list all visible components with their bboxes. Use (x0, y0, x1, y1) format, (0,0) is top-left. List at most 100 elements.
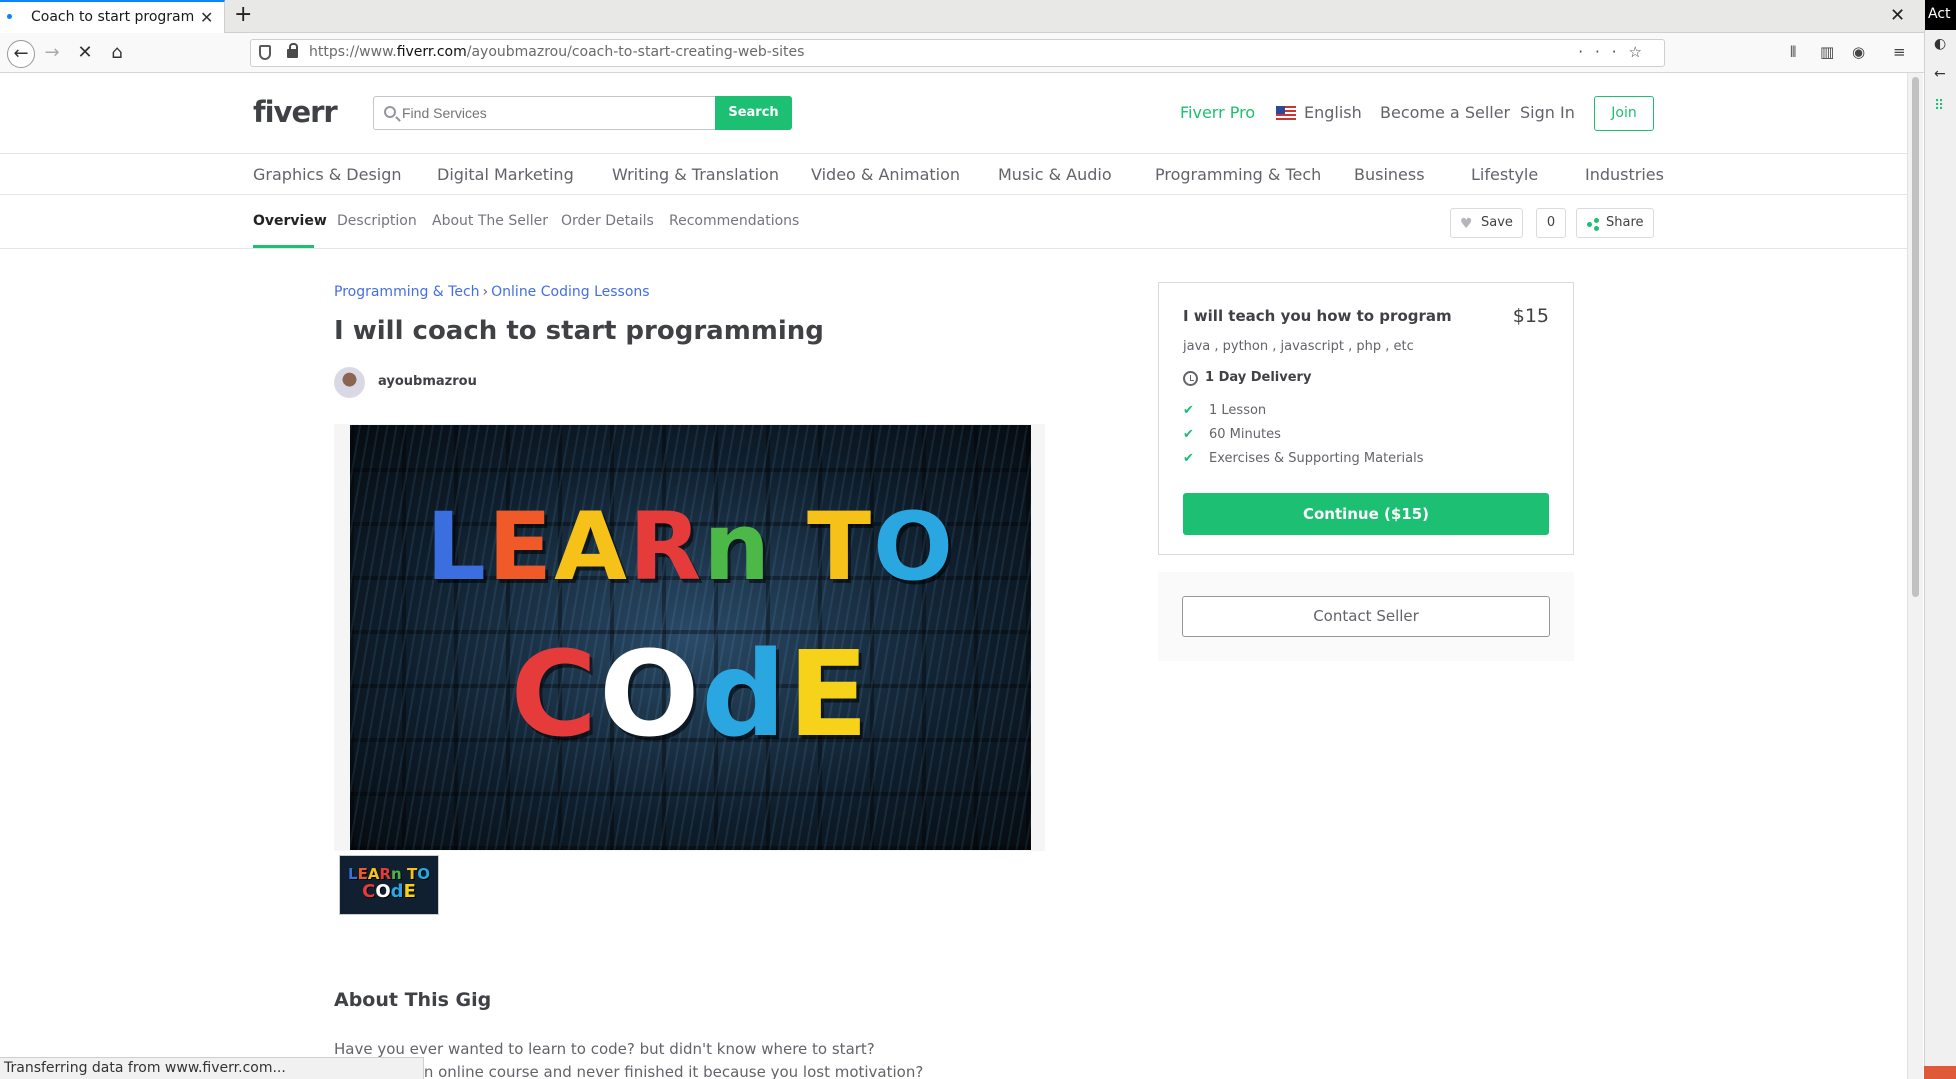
search-input[interactable] (402, 105, 702, 121)
category-lifestyle[interactable]: Lifestyle (1471, 165, 1538, 184)
heart-icon: ♥ (1460, 216, 1473, 232)
tab-overview[interactable]: Overview (253, 213, 327, 229)
thumbnail-text-learn-to: LEARn TO (340, 856, 438, 883)
home-icon[interactable]: ⌂ (105, 41, 129, 65)
library-icon[interactable]: ⫴ (1790, 43, 1796, 61)
url-text[interactable]: https://www.fiverr.com/ayoubmazrou/coach… (309, 44, 804, 60)
clock-icon (1183, 371, 1198, 386)
feature-item: ✔ 1 Lesson (1183, 403, 1267, 418)
contact-seller-button[interactable]: Contact Seller (1182, 596, 1550, 637)
search-button[interactable]: Search (715, 96, 792, 130)
tab-recommendations[interactable]: Recommendations (669, 213, 799, 229)
page-scrollbar[interactable] (1907, 73, 1923, 1079)
active-tab-underline (253, 245, 314, 248)
tracking-shield-icon[interactable] (259, 45, 271, 60)
image-letter: O (599, 625, 702, 763)
forward-icon[interactable]: → (40, 41, 64, 65)
breadcrumb-programming-tech[interactable]: Programming & Tech (334, 284, 480, 300)
become-seller-link[interactable]: Become a Seller (1380, 103, 1510, 122)
package-title: I will teach you how to program (1183, 307, 1452, 325)
status-bar: Transferring data from www.fiverr.com... (0, 1057, 424, 1079)
breadcrumb-chevron-icon: › (482, 284, 489, 300)
check-icon: ✔ (1183, 451, 1194, 466)
activities-label[interactable]: Act (1925, 0, 1956, 30)
search-box[interactable] (373, 96, 716, 130)
share-label: Share (1606, 215, 1644, 230)
category-video-animation[interactable]: Video & Animation (811, 165, 960, 184)
package-price: $15 (1512, 305, 1549, 327)
category-digital-marketing[interactable]: Digital Marketing (437, 165, 574, 184)
menu-icon[interactable]: ≡ (1893, 43, 1906, 61)
breadcrumb: Programming & Tech › Online Coding Lessons (334, 284, 650, 300)
image-letter: O (873, 493, 955, 602)
stop-loading-icon[interactable]: ✕ (73, 41, 97, 65)
apps-grid-icon[interactable]: ⠿ (1934, 98, 1944, 114)
fiverr-logo[interactable]: fiverr (253, 95, 338, 129)
url-bar[interactable]: https://www.fiverr.com/ayoubmazrou/coach… (250, 39, 1665, 67)
delivery-time: 1 Day Delivery (1205, 370, 1312, 385)
image-letter: C (510, 625, 600, 763)
image-letter: R (628, 493, 704, 602)
seller-name[interactable]: ayoubmazrou (378, 374, 477, 389)
category-business[interactable]: Business (1354, 165, 1425, 184)
image-letter: O (375, 881, 391, 902)
tab-order-details[interactable]: Order Details (561, 213, 654, 229)
browser-toolbar: ← → ✕ ⌂ https://www.fiverr.com/ayoubmazr… (0, 33, 1924, 73)
category-industries[interactable]: Industries (1585, 165, 1664, 184)
category-graphics-design[interactable]: Graphics & Design (253, 165, 402, 184)
about-gig-heading: About This Gig (334, 989, 492, 1011)
category-nav: Graphics & Design Digital Marketing Writ… (0, 155, 1907, 195)
tab-about-seller[interactable]: About The Seller (432, 213, 548, 229)
save-count: 0 (1536, 208, 1566, 238)
tab-title: Coach to start programmi (31, 9, 194, 25)
image-text-code: COdE (350, 625, 1031, 763)
new-tab-icon[interactable]: + (234, 2, 252, 27)
image-letter: E (787, 625, 871, 763)
seller-avatar[interactable] (334, 367, 365, 398)
image-letter: C (362, 881, 376, 902)
browser-tab-bar: Coach to start programmi ✕ + ✕ (0, 0, 1956, 33)
fiverr-pro-link[interactable]: Fiverr Pro (1180, 103, 1255, 122)
check-icon: ✔ (1183, 403, 1194, 418)
image-letter (772, 493, 807, 602)
feature-item: ✔ 60 Minutes (1183, 427, 1281, 442)
side-panel: ◐ ← ⠿ (1924, 30, 1956, 1079)
panel-back-icon[interactable]: ← (1934, 66, 1946, 82)
category-music-audio[interactable]: Music & Audio (998, 165, 1112, 184)
image-letter: A (554, 493, 629, 602)
image-letter: E (403, 881, 416, 902)
thumbnail-text-code: COdE (340, 881, 438, 902)
gig-gallery: LEARn TO COdE (334, 424, 1045, 851)
scrollbar-thumb[interactable] (1912, 77, 1919, 597)
back-icon[interactable]: ← (7, 40, 35, 68)
image-letter: d (701, 625, 788, 763)
gig-main-image[interactable]: LEARn TO COdE (350, 425, 1031, 850)
tab-description[interactable]: Description (337, 213, 417, 229)
category-writing-translation[interactable]: Writing & Translation (612, 165, 779, 184)
save-button[interactable]: ♥ Save (1450, 208, 1523, 238)
image-letter: n (703, 493, 773, 602)
account-icon[interactable]: ◉ (1852, 43, 1865, 61)
lock-icon[interactable] (287, 43, 298, 58)
share-button[interactable]: Share (1576, 208, 1654, 238)
browser-tab[interactable]: Coach to start programmi ✕ (0, 0, 225, 33)
package-description: java , python , javascript , php , etc (1183, 339, 1414, 354)
image-letter: L (426, 493, 488, 602)
share-icon (1587, 218, 1599, 231)
chrome-icon[interactable]: ◐ (1934, 36, 1946, 52)
close-window-icon[interactable]: ✕ (1890, 5, 1905, 26)
image-letter: L (348, 865, 358, 883)
gallery-thumbnail[interactable]: LEARn TO COdE (339, 855, 439, 915)
corner-indicator (1924, 1066, 1956, 1079)
image-letter: E (487, 493, 555, 602)
sign-in-link[interactable]: Sign In (1520, 103, 1575, 122)
continue-button[interactable]: Continue ($15) (1183, 493, 1549, 535)
sidebar-toggle-icon[interactable]: ▥ (1820, 43, 1834, 61)
join-button[interactable]: Join (1594, 96, 1654, 131)
page-actions-icon[interactable]: ···☆ (1578, 43, 1654, 61)
breadcrumb-online-coding[interactable]: Online Coding Lessons (491, 284, 649, 300)
language-selector[interactable]: English (1304, 103, 1362, 122)
close-tab-icon[interactable]: ✕ (200, 8, 213, 27)
image-text-learn-to: LEARn TO (350, 493, 1031, 602)
category-programming-tech[interactable]: Programming & Tech (1155, 165, 1321, 184)
